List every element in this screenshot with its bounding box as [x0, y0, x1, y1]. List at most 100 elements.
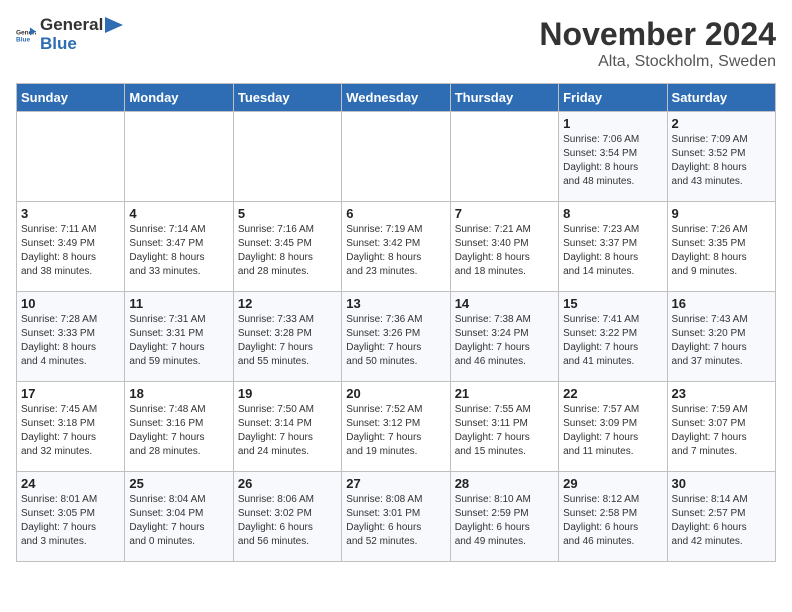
header-saturday: Saturday: [667, 84, 775, 112]
calendar-cell: 15 Sunrise: 7:41 AM Sunset: 3:22 PM Dayli…: [559, 292, 667, 382]
calendar-cell: 9 Sunrise: 7:26 AM Sunset: 3:35 PM Daylig…: [667, 202, 775, 292]
day-info: Sunrise: 7:06 AM Sunset: 3:54 PM Dayligh…: [563, 133, 662, 189]
header-tuesday: Tuesday: [233, 84, 341, 112]
calendar-cell: 3Sunrise: 7:11 AM Sunset: 3:49 PM Daylig…: [17, 202, 125, 292]
logo-icon: General Blue: [16, 25, 36, 45]
calendar-cell: 4 Sunrise: 7:14 AM Sunset: 3:47 PM Daylig…: [125, 202, 233, 292]
day-number: 29: [563, 476, 662, 491]
calendar-cell: 26Sunrise: 8:06 AM Sunset: 3:02 PM Dayli…: [233, 472, 341, 562]
day-number: 6: [346, 206, 445, 221]
day-info: Sunrise: 7:50 AM Sunset: 3:14 PM Dayligh…: [238, 403, 337, 459]
title-area: November 2024 Alta, Stockholm, Sweden: [539, 16, 776, 71]
calendar-header-row: SundayMondayTuesdayWednesdayThursdayFrid…: [17, 84, 776, 112]
day-number: 5: [238, 206, 337, 221]
logo-blue-text: Blue: [40, 35, 123, 54]
calendar-cell: 13 Sunrise: 7:36 AM Sunset: 3:26 PM Dayli…: [342, 292, 450, 382]
day-number: 4: [129, 206, 228, 221]
day-number: 19: [238, 386, 337, 401]
day-number: 22: [563, 386, 662, 401]
header-sunday: Sunday: [17, 84, 125, 112]
day-number: 17: [21, 386, 120, 401]
calendar-cell: [450, 112, 558, 202]
calendar-cell: 6 Sunrise: 7:19 AM Sunset: 3:42 PM Daylig…: [342, 202, 450, 292]
calendar-cell: 25Sunrise: 8:04 AM Sunset: 3:04 PM Dayli…: [125, 472, 233, 562]
week-row-5: 24 Sunrise: 8:01 AM Sunset: 3:05 PM Dayli…: [17, 472, 776, 562]
calendar-cell: 10 Sunrise: 7:28 AM Sunset: 3:33 PM Dayli…: [17, 292, 125, 382]
logo-general-text: General: [40, 16, 103, 35]
calendar-cell: 17Sunrise: 7:45 AM Sunset: 3:18 PM Dayli…: [17, 382, 125, 472]
calendar-cell: 18 Sunrise: 7:48 AM Sunset: 3:16 PM Dayli…: [125, 382, 233, 472]
day-number: 12: [238, 296, 337, 311]
day-number: 7: [455, 206, 554, 221]
week-row-4: 17Sunrise: 7:45 AM Sunset: 3:18 PM Dayli…: [17, 382, 776, 472]
day-number: 25: [129, 476, 228, 491]
day-number: 16: [672, 296, 771, 311]
day-number: 1: [563, 116, 662, 131]
header-wednesday: Wednesday: [342, 84, 450, 112]
day-info: Sunrise: 7:14 AM Sunset: 3:47 PM Dayligh…: [129, 223, 228, 279]
calendar-cell: 14 Sunrise: 7:38 AM Sunset: 3:24 PM Dayli…: [450, 292, 558, 382]
calendar-cell: 19 Sunrise: 7:50 AM Sunset: 3:14 PM Dayli…: [233, 382, 341, 472]
day-info: Sunrise: 7:48 AM Sunset: 3:16 PM Dayligh…: [129, 403, 228, 459]
day-info: Sunrise: 7:59 AM Sunset: 3:07 PM Dayligh…: [672, 403, 771, 459]
calendar-cell: 2Sunrise: 7:09 AM Sunset: 3:52 PM Daylig…: [667, 112, 775, 202]
day-info: Sunrise: 7:52 AM Sunset: 3:12 PM Dayligh…: [346, 403, 445, 459]
day-info: Sunrise: 7:33 AM Sunset: 3:28 PM Dayligh…: [238, 313, 337, 369]
calendar-cell: 11Sunrise: 7:31 AM Sunset: 3:31 PM Dayli…: [125, 292, 233, 382]
calendar-cell: 20Sunrise: 7:52 AM Sunset: 3:12 PM Dayli…: [342, 382, 450, 472]
calendar-cell: 8 Sunrise: 7:23 AM Sunset: 3:37 PM Daylig…: [559, 202, 667, 292]
day-info: Sunrise: 8:01 AM Sunset: 3:05 PM Dayligh…: [21, 493, 120, 549]
header-monday: Monday: [125, 84, 233, 112]
day-info: Sunrise: 7:28 AM Sunset: 3:33 PM Dayligh…: [21, 313, 120, 369]
day-number: 3: [21, 206, 120, 221]
day-number: 15: [563, 296, 662, 311]
day-info: Sunrise: 7:55 AM Sunset: 3:11 PM Dayligh…: [455, 403, 554, 459]
day-number: 28: [455, 476, 554, 491]
day-info: Sunrise: 8:10 AM Sunset: 2:59 PM Dayligh…: [455, 493, 554, 549]
day-number: 9: [672, 206, 771, 221]
day-info: Sunrise: 8:06 AM Sunset: 3:02 PM Dayligh…: [238, 493, 337, 549]
day-info: Sunrise: 7:23 AM Sunset: 3:37 PM Dayligh…: [563, 223, 662, 279]
calendar-table: SundayMondayTuesdayWednesdayThursdayFrid…: [16, 83, 776, 562]
calendar-cell: 29 Sunrise: 8:12 AM Sunset: 2:58 PM Dayli…: [559, 472, 667, 562]
day-info: Sunrise: 7:57 AM Sunset: 3:09 PM Dayligh…: [563, 403, 662, 459]
day-number: 13: [346, 296, 445, 311]
day-number: 10: [21, 296, 120, 311]
calendar-cell: 12 Sunrise: 7:33 AM Sunset: 3:28 PM Dayli…: [233, 292, 341, 382]
day-info: Sunrise: 7:43 AM Sunset: 3:20 PM Dayligh…: [672, 313, 771, 369]
day-info: Sunrise: 7:19 AM Sunset: 3:42 PM Dayligh…: [346, 223, 445, 279]
calendar-cell: 5 Sunrise: 7:16 AM Sunset: 3:45 PM Daylig…: [233, 202, 341, 292]
header: General Blue General Blue November 2024 …: [16, 16, 776, 71]
calendar-cell: 27 Sunrise: 8:08 AM Sunset: 3:01 PM Dayli…: [342, 472, 450, 562]
day-info: Sunrise: 7:31 AM Sunset: 3:31 PM Dayligh…: [129, 313, 228, 369]
day-info: Sunrise: 8:08 AM Sunset: 3:01 PM Dayligh…: [346, 493, 445, 549]
day-info: Sunrise: 7:16 AM Sunset: 3:45 PM Dayligh…: [238, 223, 337, 279]
location-title: Alta, Stockholm, Sweden: [539, 53, 776, 71]
header-thursday: Thursday: [450, 84, 558, 112]
calendar-cell: 22 Sunrise: 7:57 AM Sunset: 3:09 PM Dayli…: [559, 382, 667, 472]
calendar-cell: [233, 112, 341, 202]
logo-arrow-icon: [105, 17, 123, 33]
week-row-3: 10 Sunrise: 7:28 AM Sunset: 3:33 PM Dayli…: [17, 292, 776, 382]
day-number: 24: [21, 476, 120, 491]
day-number: 8: [563, 206, 662, 221]
day-number: 21: [455, 386, 554, 401]
day-info: Sunrise: 7:09 AM Sunset: 3:52 PM Dayligh…: [672, 133, 771, 189]
day-number: 23: [672, 386, 771, 401]
day-info: Sunrise: 7:38 AM Sunset: 3:24 PM Dayligh…: [455, 313, 554, 369]
day-number: 18: [129, 386, 228, 401]
logo: General Blue General Blue: [16, 16, 123, 53]
calendar-cell: 23 Sunrise: 7:59 AM Sunset: 3:07 PM Dayli…: [667, 382, 775, 472]
day-info: Sunrise: 7:21 AM Sunset: 3:40 PM Dayligh…: [455, 223, 554, 279]
calendar-cell: 1 Sunrise: 7:06 AM Sunset: 3:54 PM Daylig…: [559, 112, 667, 202]
calendar-cell: 16 Sunrise: 7:43 AM Sunset: 3:20 PM Dayli…: [667, 292, 775, 382]
day-info: Sunrise: 8:12 AM Sunset: 2:58 PM Dayligh…: [563, 493, 662, 549]
day-number: 14: [455, 296, 554, 311]
month-title: November 2024: [539, 16, 776, 53]
day-info: Sunrise: 7:26 AM Sunset: 3:35 PM Dayligh…: [672, 223, 771, 279]
calendar-cell: 24 Sunrise: 8:01 AM Sunset: 3:05 PM Dayli…: [17, 472, 125, 562]
day-number: 27: [346, 476, 445, 491]
svg-text:Blue: Blue: [16, 36, 30, 43]
day-info: Sunrise: 7:41 AM Sunset: 3:22 PM Dayligh…: [563, 313, 662, 369]
day-info: Sunrise: 7:36 AM Sunset: 3:26 PM Dayligh…: [346, 313, 445, 369]
